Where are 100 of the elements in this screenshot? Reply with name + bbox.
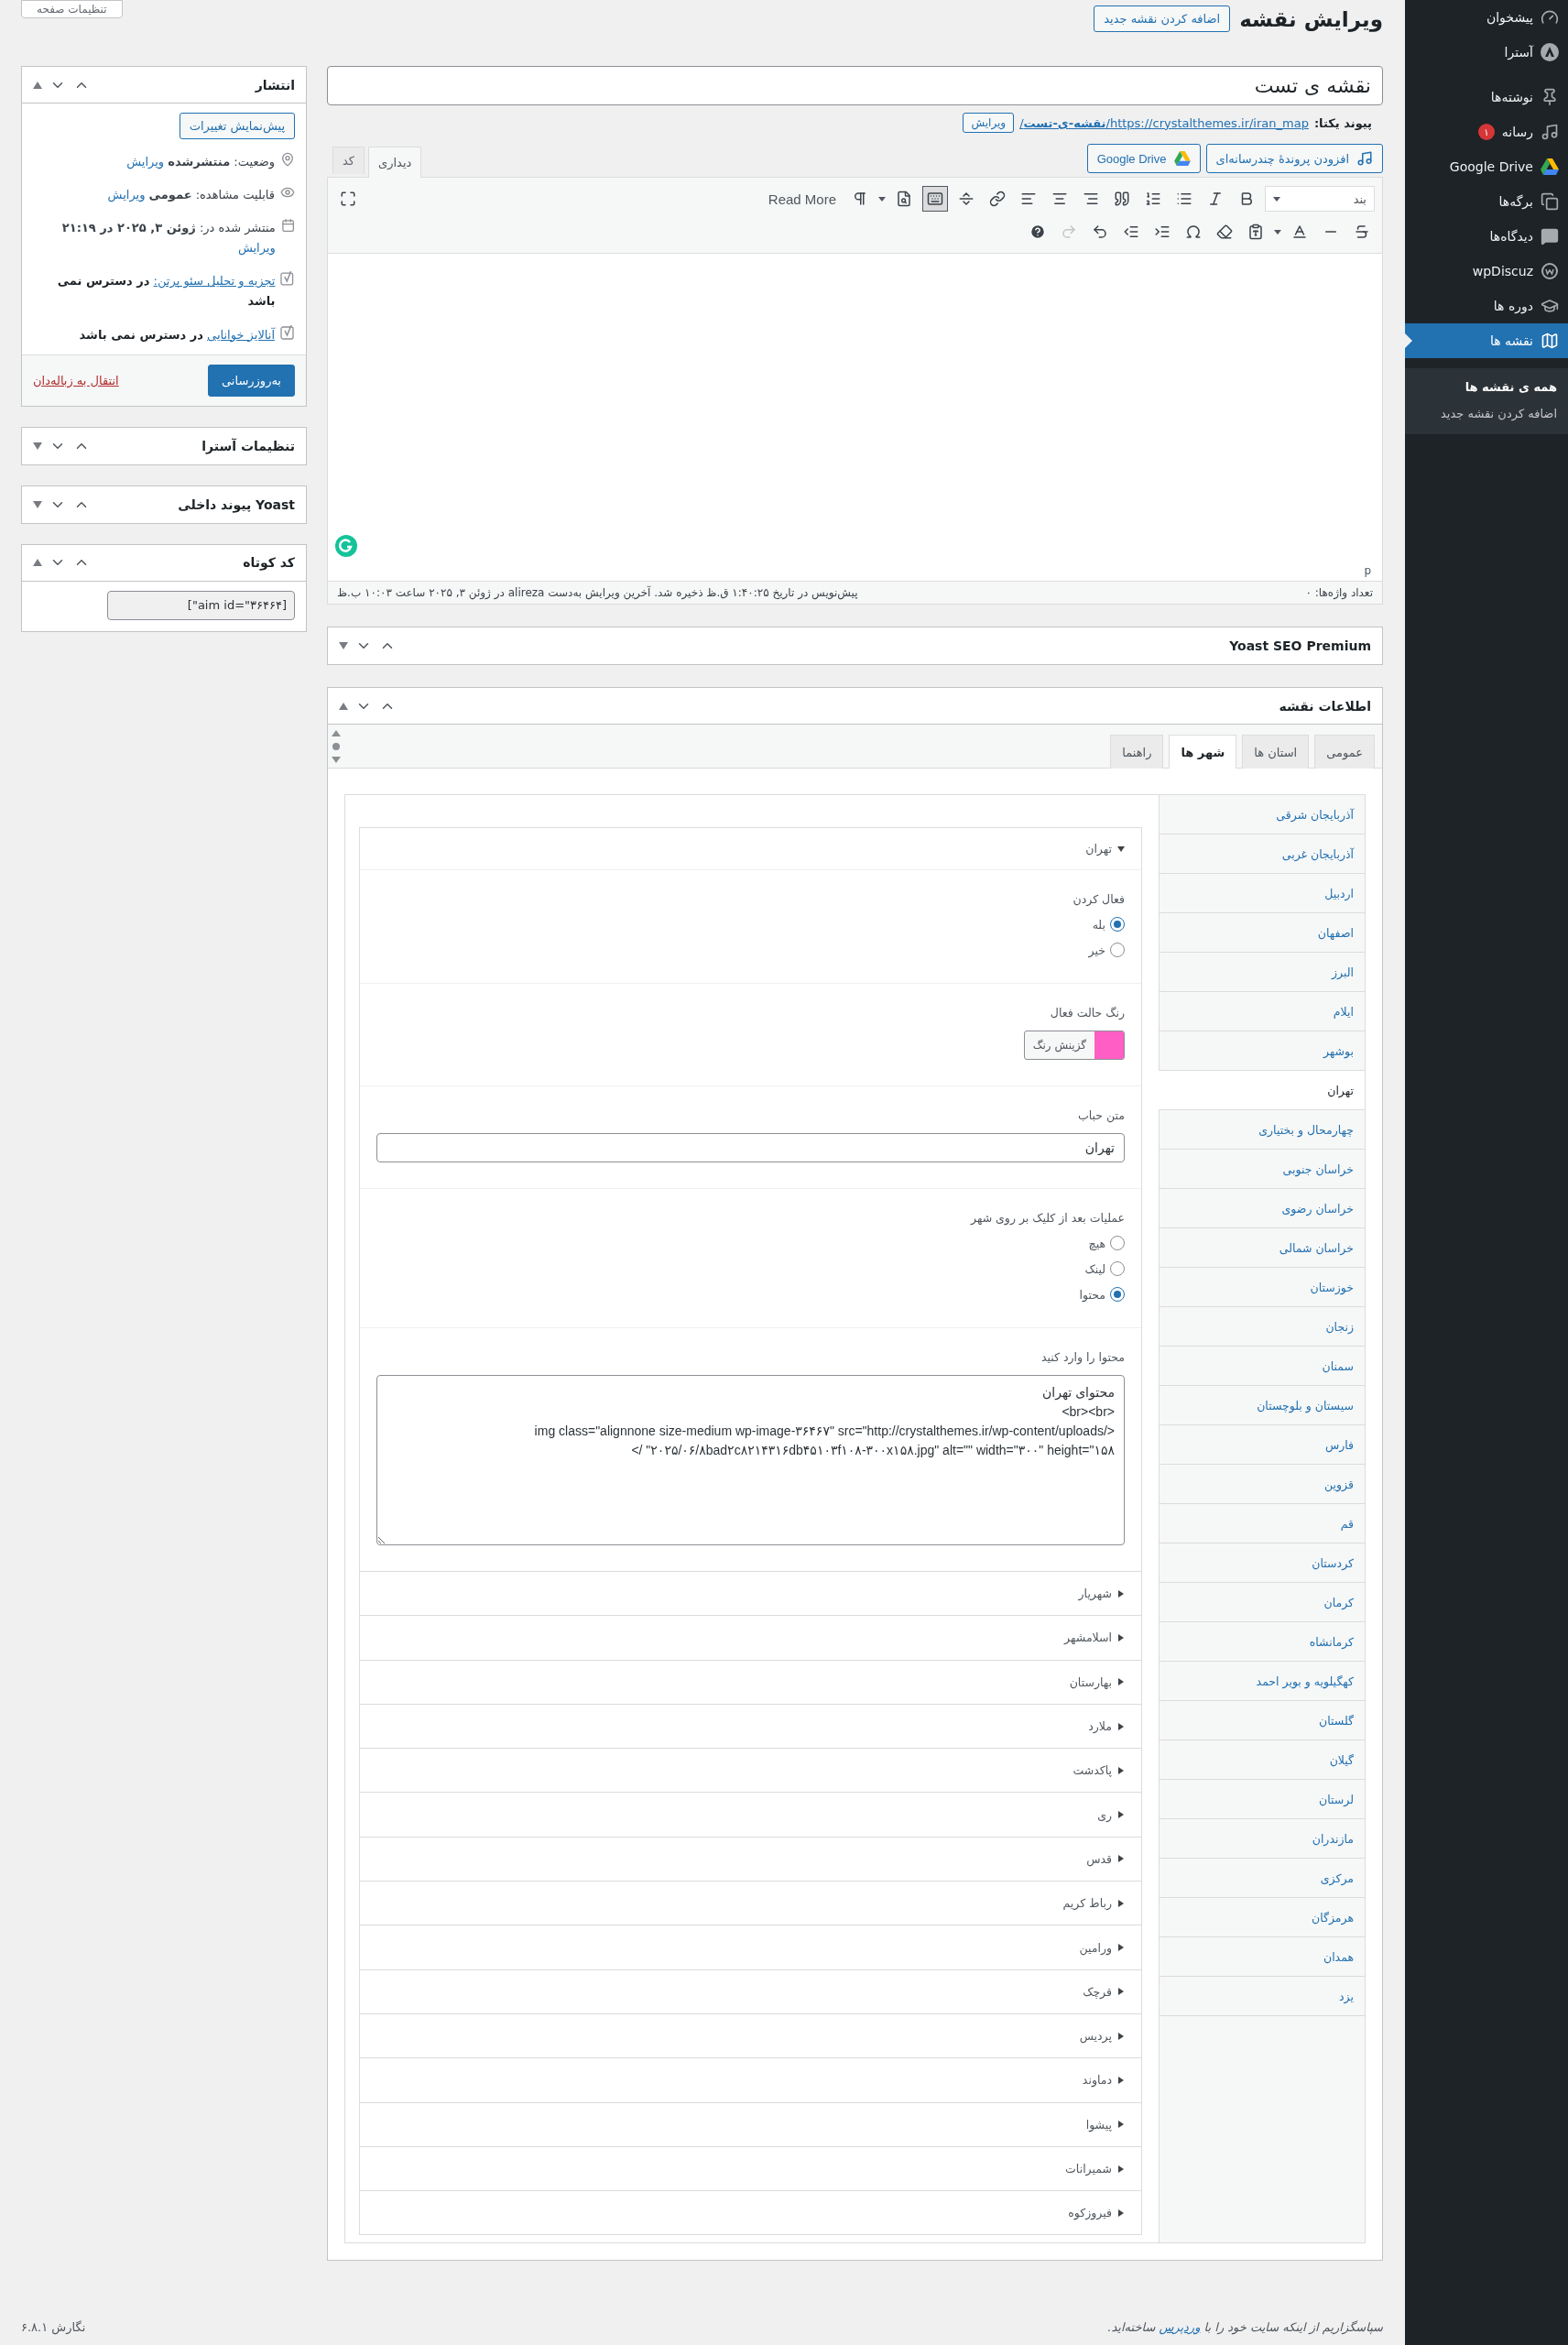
trash-link[interactable]: انتقال به زباله‌دان	[33, 373, 119, 387]
fullscreen-icon[interactable]	[340, 191, 356, 207]
province-item[interactable]: کردستان	[1160, 1543, 1365, 1583]
province-item[interactable]: البرز	[1160, 953, 1365, 992]
undo-icon[interactable]	[1092, 224, 1108, 240]
pilcrow-icon[interactable]	[852, 191, 868, 207]
province-item[interactable]: خراسان جنوبی	[1160, 1150, 1365, 1189]
paste-text-icon[interactable]	[1247, 224, 1264, 240]
menu-item[interactable]: نوشته‌ها	[1405, 80, 1568, 115]
province-item[interactable]: لرستان	[1160, 1780, 1365, 1819]
edit-button[interactable]: ویرایش	[963, 113, 1015, 133]
settings-tab[interactable]: عمومی	[1314, 735, 1375, 769]
province-item[interactable]: گیلان	[1160, 1740, 1365, 1780]
align-right-icon[interactable]	[1083, 191, 1099, 207]
editor-tab[interactable]: دیداری	[368, 147, 422, 178]
analysis-link[interactable]: تجزیه و تحلیل سئو پرتن:	[153, 274, 276, 289]
settings-tab[interactable]: راهنما	[1110, 735, 1164, 769]
bullet-list-icon[interactable]	[1176, 191, 1192, 207]
province-item[interactable]: ایلام	[1160, 992, 1365, 1031]
search-document-icon[interactable]	[896, 191, 912, 207]
link-icon[interactable]	[989, 191, 1006, 207]
text-field[interactable]: تهران	[376, 1133, 1125, 1162]
province-item[interactable]: قزوین	[1160, 1465, 1365, 1504]
edit-link[interactable]: ویرایش	[126, 155, 165, 169]
text-color-icon[interactable]	[1291, 224, 1308, 240]
province-item[interactable]: کرمان	[1160, 1583, 1365, 1622]
menu-item[interactable]: دوره ها	[1405, 289, 1568, 323]
color-picker-button[interactable]: گزینش رنگ	[1023, 1031, 1125, 1060]
province-item[interactable]: خوزستان	[1160, 1268, 1365, 1307]
eraser-icon[interactable]	[1216, 224, 1233, 240]
toggle-icon[interactable]	[33, 81, 42, 89]
numbered-list-icon[interactable]	[1145, 191, 1161, 207]
province-item[interactable]: یزد	[1160, 1977, 1365, 2016]
province-item[interactable]: کهگیلویه و بویر احمد	[1160, 1662, 1365, 1701]
menu-item[interactable]: پیشخوان	[1405, 0, 1568, 35]
menu-item[interactable]: آسترا	[1405, 35, 1568, 70]
edit-link[interactable]: ویرایش	[107, 188, 146, 202]
edit-link[interactable]: ویرایش	[237, 241, 276, 256]
province-item[interactable]: خراسان رضوی	[1160, 1189, 1365, 1228]
province-item[interactable]: هرمزگان	[1160, 1898, 1365, 1937]
quote-icon[interactable]	[1114, 191, 1130, 207]
radio-button[interactable]	[1110, 1236, 1125, 1250]
editor-tab[interactable]: کد	[332, 147, 365, 174]
province-item[interactable]: تهران	[1159, 1071, 1365, 1110]
align-center-icon[interactable]	[1051, 191, 1068, 207]
analysis-link[interactable]: آنالایز خوانایی	[207, 327, 275, 342]
screen-options-button[interactable]: تنظیمات صفحه	[21, 0, 123, 18]
toggle-icon[interactable]	[33, 500, 42, 508]
radio-button[interactable]	[1110, 1287, 1125, 1302]
radio-button[interactable]	[1110, 1261, 1125, 1276]
menu-item[interactable]: دیدگاه‌ها	[1405, 219, 1568, 254]
province-item[interactable]: سمنان	[1160, 1347, 1365, 1386]
province-item[interactable]: مازندران	[1160, 1819, 1365, 1859]
toggle-icon[interactable]	[339, 642, 348, 649]
province-item[interactable]: خراسان شمالی	[1160, 1228, 1365, 1268]
more-tag-icon[interactable]	[958, 191, 975, 207]
province-item[interactable]: اردبیل	[1160, 874, 1365, 913]
google-drive-button[interactable]: Google Drive	[1086, 144, 1201, 173]
province-item[interactable]: آذربایجان شرقی	[1160, 795, 1365, 834]
dropdown-caret-icon[interactable]	[1274, 229, 1281, 234]
province-item[interactable]: فارس	[1160, 1425, 1365, 1465]
province-item[interactable]: اصفهان	[1160, 913, 1365, 953]
toggle-icon[interactable]	[33, 559, 42, 567]
menu-item[interactable]: رسانه ۱	[1405, 115, 1568, 149]
omega-icon[interactable]	[1185, 224, 1202, 240]
format-select[interactable]: بند	[1265, 186, 1375, 212]
province-item[interactable]: کرمانشاه	[1160, 1622, 1365, 1662]
province-item[interactable]: قم	[1160, 1504, 1365, 1543]
shortcode-field[interactable]: [aim id="۳۶۴۶۴"]	[107, 590, 295, 620]
wordpress-link[interactable]: وردپرس	[1159, 2320, 1201, 2334]
italic-icon[interactable]	[1207, 191, 1224, 207]
settings-tab[interactable]: شهر ها	[1169, 735, 1237, 769]
toolbar-toggle-button[interactable]	[922, 186, 948, 212]
menu-item[interactable]: نقشه ها	[1405, 323, 1568, 358]
province-item[interactable]: مرکزی	[1160, 1859, 1365, 1898]
align-left-icon[interactable]	[1020, 191, 1037, 207]
outdent-icon[interactable]	[1123, 224, 1139, 240]
province-item[interactable]: چهارمحال و بختیاری	[1160, 1110, 1365, 1150]
submenu-item[interactable]: اضافه کردن نقشه جدید	[1405, 400, 1568, 427]
radio-button[interactable]	[1110, 917, 1125, 932]
settings-tab[interactable]: استان ها	[1242, 735, 1310, 769]
menu-item[interactable]: wpDiscuz	[1405, 254, 1568, 289]
strikethrough-icon[interactable]	[1354, 224, 1370, 240]
add-media-button[interactable]: افزودن پروندهٔ چندرسانه‌ای	[1205, 144, 1383, 173]
menu-item[interactable]: Google Drive	[1405, 149, 1568, 184]
preview-button[interactable]: پیش‌نمایش تغییرات	[179, 113, 295, 139]
scroll-arrows-icon[interactable]	[332, 730, 341, 763]
help-icon[interactable]	[1029, 224, 1046, 240]
title-field[interactable]: نقشه ی تست	[327, 66, 1383, 105]
submenu-item[interactable]: همه ی نقشه ها	[1405, 374, 1568, 400]
province-item[interactable]: زنجان	[1160, 1307, 1365, 1347]
update-button[interactable]: به‌روزرسانی	[208, 364, 295, 397]
dropdown-caret-icon[interactable]	[878, 196, 886, 202]
province-item[interactable]: همدان	[1160, 1937, 1365, 1977]
province-item[interactable]: گلستان	[1160, 1701, 1365, 1740]
province-item[interactable]: آذربایجان غربی	[1160, 834, 1365, 874]
add-new-button[interactable]: اضافه کردن نقشه جدید	[1094, 5, 1231, 32]
province-item[interactable]: سیستان و بلوچستان	[1160, 1386, 1365, 1425]
menu-item[interactable]: برگه‌ها	[1405, 184, 1568, 219]
radio-button[interactable]	[1110, 943, 1125, 957]
